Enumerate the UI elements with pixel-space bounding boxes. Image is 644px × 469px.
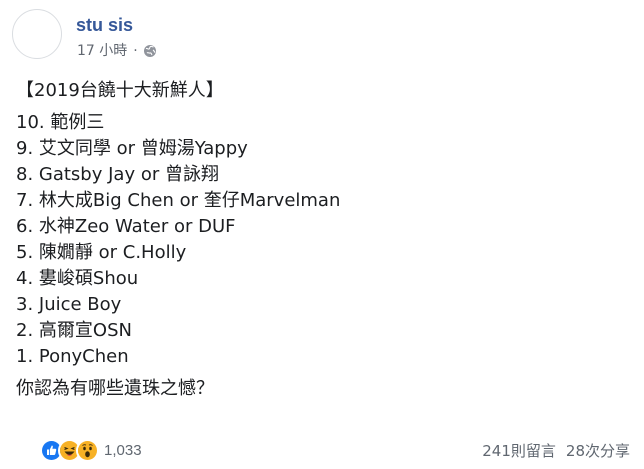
post-line: 4. 婁峻碩Shou: [16, 268, 139, 289]
reaction-summary[interactable]: 1,033: [40, 439, 142, 462]
post-line: 1. PonyChen: [16, 346, 129, 367]
facebook-post: stu sis 17 小時 · 【2019台饒十大新鮮人】 10. 範例三 9.…: [0, 0, 644, 469]
post-line: 9. 艾文同學 or 曾姆湯Yappy: [16, 138, 248, 159]
post-footer: 1,033 241則留言 28次分享: [0, 432, 644, 466]
post-line-title: 【2019台饒十大新鮮人】: [16, 80, 224, 101]
avatar[interactable]: [12, 9, 62, 59]
post-line: 2. 高爾宣OSN: [16, 320, 132, 341]
post-line: 10. 範例三: [16, 112, 105, 133]
reaction-count: 1,033: [104, 442, 142, 459]
post-line: 5. 陳嫺靜 or C.Holly: [16, 242, 187, 263]
wow-reaction-icon: [76, 439, 99, 462]
post-line-question: 你認為有哪些遺珠之憾？: [16, 378, 214, 399]
post-line: 6. 水神Zeo Water or DUF: [16, 216, 236, 237]
engagement-stats: 241則留言 28次分享: [482, 440, 630, 461]
post-timestamp[interactable]: 17 小時: [77, 42, 127, 60]
post-line: 7. 林大成Big Chen or 奎仔Marvelman: [16, 190, 341, 211]
share-count-link[interactable]: 28次分享: [566, 440, 630, 461]
post-body: 【2019台饒十大新鮮人】 10. 範例三 9. 艾文同學 or 曾姆湯Yapp…: [16, 78, 626, 402]
meta-separator: ·: [133, 43, 138, 59]
post-line: 8. Gatsby Jay or 曾詠翔: [16, 164, 219, 185]
comment-count-link[interactable]: 241則留言: [482, 440, 556, 461]
author-name[interactable]: stu sis: [76, 14, 133, 36]
globe-icon[interactable]: [143, 44, 157, 58]
post-line: 3. Juice Boy: [16, 294, 122, 315]
post-meta: 17 小時 ·: [77, 42, 157, 60]
